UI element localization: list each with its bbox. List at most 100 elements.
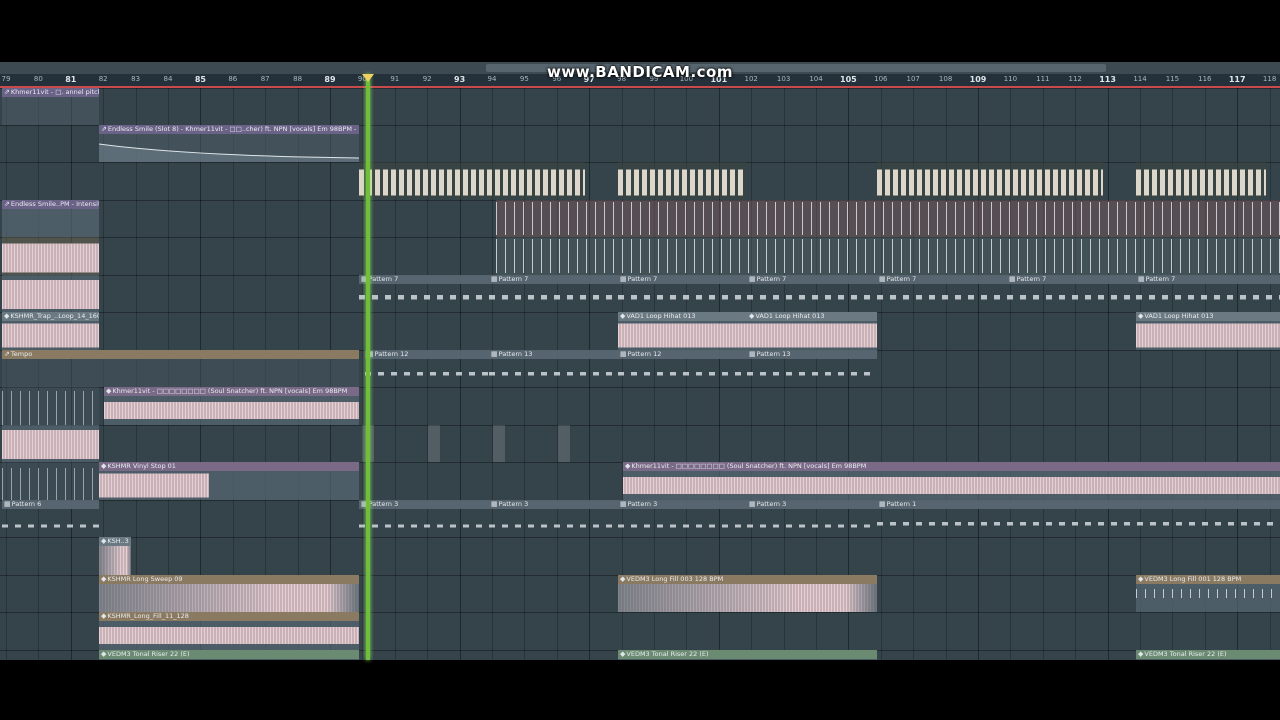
clip-vocal-stabs-left[interactable] [2,387,99,425]
bar-number-label: 95 [519,75,529,83]
clip-shot-4[interactable] [558,425,570,462]
clip-pattern3-4[interactable]: ▦Pattern 3 [747,500,877,537]
clip-waveform-left-3[interactable] [2,425,99,462]
clip-vocal-chops-1[interactable] [359,162,585,199]
bar-number-label: 98 [617,75,627,83]
clip-pattern7-2[interactable]: ▦Pattern 7 [489,275,618,312]
bar-number-label: 97 [583,75,595,84]
bar-number-label: 100 [679,75,694,83]
clip-vad1-hihat-2[interactable]: ◆VAD1 Loop Hihat 013 [747,312,877,350]
audio-icon: ◆ [101,462,107,470]
clip-pattern7-5[interactable]: ▦Pattern 7 [877,275,1007,312]
clip-kshmr-trap-loop[interactable]: ◆KSHMR_Trap_..Loop_14_160 [2,312,99,350]
horizontal-scrollbar[interactable] [0,62,1280,74]
bar-number-label: 116 [1198,75,1212,83]
clip-drum-hits-upper[interactable] [496,200,1280,237]
audio-icon: ◆ [620,650,626,658]
clip-endless-smile-automation[interactable]: ⇗Endless Smile (Slot 8) - Khmer11vit - □… [99,125,359,162]
clip-pattern12-1[interactable]: ▦Pattern 12 [365,350,489,387]
pattern-icon: ▦ [749,500,756,508]
playhead[interactable] [366,74,370,660]
track-divider [0,537,1280,538]
scrollbar-thumb[interactable] [486,64,1106,72]
pattern-icon: ▦ [749,350,756,358]
clip-vocal-chops-2[interactable] [618,162,746,199]
clip-pattern6[interactable]: ▦Pattern 6 [2,500,99,537]
audio-icon: ◆ [1138,575,1144,583]
clip-pattern13-2[interactable]: ▦Pattern 13 [747,350,877,387]
clip-khmer-channel-pitch[interactable]: ⇗Khmer11vit - □. annel pitch [2,88,99,125]
clip-pattern12-2[interactable]: ▦Pattern 12 [618,350,747,387]
clip-waveform-left-2[interactable] [2,275,99,312]
bar-number-label: 79 [1,75,11,83]
bar-number-label: 82 [98,75,108,83]
pattern-icon: ▦ [879,275,886,283]
clip-pattern1[interactable]: ▦Pattern 1 [877,500,1280,537]
bar-number-label: 86 [228,75,238,83]
clip-arrow-icon: ⇗ [4,350,10,358]
clip-pattern7-4[interactable]: ▦Pattern 7 [747,275,877,312]
clip-vad1-hihat-3[interactable]: ◆VAD1 Loop Hihat 013 [1136,312,1280,350]
clip-arrow-icon: ⇗ [4,200,10,208]
bar-number-label: 109 [969,75,987,84]
clip-vinyl-hits-left[interactable] [2,462,99,500]
clip-pattern13-1[interactable]: ▦Pattern 13 [489,350,618,387]
clip-pattern3-3[interactable]: ▦Pattern 3 [618,500,747,537]
bar-number-label: 117 [1228,75,1246,84]
clip-kshmr-vinyl-stop[interactable]: ◆KSHMR Vinyl Stop 01 [99,462,359,500]
clip-shot-2[interactable] [428,425,440,462]
clip-pattern3-2[interactable]: ▦Pattern 3 [489,500,618,537]
clip-ksh-3[interactable]: ◆KSH..3 [99,537,131,575]
bar-number-label: 110 [1003,75,1018,83]
playhead-marker-icon[interactable] [362,74,374,82]
loop-region-bar[interactable] [0,86,1280,88]
bar-number-label: 84 [163,75,173,83]
track-divider [0,88,1280,89]
clip-endless-smile-short[interactable]: ⇗Endless Smile..PM - Intensit [2,200,99,237]
clip-vocal-chops-4[interactable] [1136,162,1266,199]
clip-vedm3-long-fill-001[interactable]: ◆VEDM3 Long Fill 001 128 BPM [1136,575,1280,612]
audio-icon: ◆ [101,575,107,583]
pattern-icon: ▦ [491,500,498,508]
clip-pattern7-6[interactable]: ▦Pattern 7 [1007,275,1136,312]
bar-number-label: 104 [809,75,823,83]
pattern-icon: ▦ [620,500,627,508]
pattern-icon: ▦ [4,500,11,508]
clip-pattern3-1[interactable]: ▦Pattern 3 [359,500,489,537]
clip-kshmr-long-fill-11[interactable]: ◆KSHMR_Long_Fill_11_128 [99,612,359,650]
clip-vocal-chops-3[interactable] [877,162,1103,199]
clip-arrow-icon: ⇗ [101,125,107,133]
playlist-area[interactable]: ⇗Khmer11vit - □. annel pitch ⇗Endless Sm… [0,62,1280,660]
bar-number-label: 103 [776,75,791,83]
bar-number-label: 107 [906,75,920,83]
clip-vedm3-tonal-riser-1[interactable]: ◆VEDM3 Tonal Riser 22 (E) [99,650,359,660]
clip-waveform-left[interactable] [2,237,99,275]
pattern-icon: ▦ [620,275,627,283]
clip-vad1-hihat-1[interactable]: ◆VAD1 Loop Hihat 013 [618,312,747,350]
automation-curve [99,143,359,162]
bar-number-label: 112 [1068,75,1082,83]
clip-kshmr-long-sweep[interactable]: ◆KSHMR Long Sweep 09 [99,575,359,612]
bar-number-label: 92 [422,75,432,83]
bar-number-label: 114 [1133,75,1147,83]
clip-vedm3-tonal-riser-2[interactable]: ◆VEDM3 Tonal Riser 22 (E) [618,650,877,660]
bar-number-label: 80 [33,75,43,83]
bar-number-label: 102 [744,75,758,83]
clip-khmer-soul-snatcher-2[interactable]: ◆Khmer11vit - □□□□□□□□ (Soul Snatcher) f… [623,462,1280,500]
clip-vedm3-tonal-riser-3[interactable]: ◆VEDM3 Tonal Riser 22 (E) [1136,650,1280,660]
clip-pattern7-7[interactable]: ▦Pattern 7 [1136,275,1280,312]
audio-icon: ◆ [625,462,631,470]
bar-number-label: 106 [874,75,888,83]
clip-khmer-soul-snatcher-1[interactable]: ◆Khmer11vit - □□□□□□□□ (Soul Snatcher) f… [104,387,359,425]
pattern-icon: ▦ [879,500,886,508]
clip-shot-3[interactable] [493,425,505,462]
clip-drum-hits-lower[interactable] [496,237,1280,275]
bar-number-label: 81 [65,75,77,84]
clip-vedm3-long-fill-003[interactable]: ◆VEDM3 Long Fill 003 128 BPM [618,575,877,612]
clip-tempo-automation[interactable]: ⇗Tempo [2,350,359,387]
timeline-ruler[interactable]: 79 80 81 82 83 84 85 86 87 88 89 90 91 92 93 94 95 96 97 98… [0,62,1280,88]
clip-pattern7-1[interactable]: ▦Pattern 7 [359,275,489,312]
bar-number-label: 91 [390,75,400,83]
audio-icon: ◆ [749,312,755,320]
clip-pattern7-3[interactable]: ▦Pattern 7 [618,275,747,312]
